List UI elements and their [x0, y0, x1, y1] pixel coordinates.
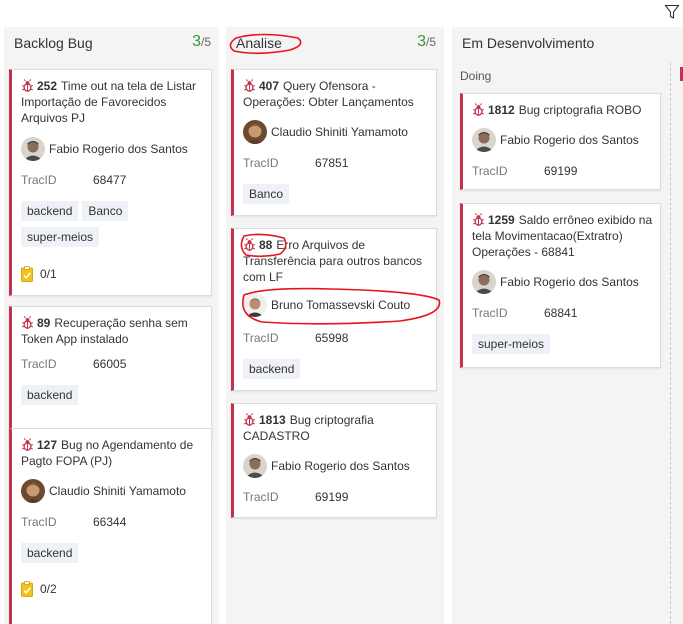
field-value: 67851 — [315, 156, 349, 170]
tag[interactable]: backend — [21, 543, 79, 563]
tag-list: backend — [21, 543, 207, 569]
tag-list: backend — [21, 385, 207, 411]
card-id: 407 — [259, 79, 280, 93]
tag[interactable]: Banco — [243, 184, 290, 204]
avatar — [243, 454, 267, 478]
checklist-icon — [21, 581, 33, 597]
field-value: 69199 — [315, 490, 349, 504]
assignee-name: Fabio Rogerio dos Santos — [49, 142, 188, 156]
work-item-card[interactable]: 407 Query Ofensora - Operações: Obter Lan… — [231, 69, 437, 216]
swimlane-divider — [670, 63, 671, 624]
work-item-card[interactable]: 1812 Bug criptografia ROBO Fabio Rogerio … — [460, 93, 661, 190]
assignee-name: Claudio Shiniti Yamamoto — [49, 484, 186, 498]
column-title: Backlog Bug — [14, 35, 93, 51]
tag[interactable]: backend — [21, 201, 79, 221]
field-value: 69199 — [544, 164, 578, 178]
field-value: 66005 — [93, 357, 127, 371]
card-title[interactable]: 407 Query Ofensora - Operações: Obter Lan… — [243, 78, 429, 110]
card-title[interactable]: 1259 Saldo errôneo exibido na tela Movime… — [472, 212, 656, 260]
tag[interactable]: backend — [21, 385, 79, 405]
field-label: TracID — [243, 490, 279, 504]
column-header[interactable]: Analise 3/5 — [226, 27, 444, 61]
bug-icon — [243, 413, 256, 426]
avatar — [21, 137, 45, 161]
bug-icon — [243, 79, 256, 92]
field-label: TracID — [472, 306, 508, 320]
field-value: 65998 — [315, 331, 349, 345]
field-label: TracID — [243, 156, 279, 170]
bug-icon — [472, 213, 485, 226]
card-title[interactable]: 89 Recuperação senha sem Token App instal… — [21, 315, 207, 347]
card-title[interactable]: 252 Time out na tela de Listar Importação… — [21, 78, 207, 126]
field-value: 68477 — [93, 173, 127, 187]
tag-list: backend — [243, 359, 429, 385]
swimlane-doing-label: Doing — [460, 69, 492, 83]
column-header[interactable]: Em Desenvolvimento — [452, 27, 683, 61]
checklist-count: 0/2 — [40, 582, 57, 596]
tag[interactable]: backend — [243, 359, 301, 379]
field-label: TracID — [243, 331, 279, 345]
avatar — [243, 120, 267, 144]
field-label: TracID — [21, 173, 57, 187]
field-label: TracID — [472, 164, 508, 178]
avatar — [472, 270, 496, 294]
tag-list: backend Banco super-meios — [21, 201, 207, 253]
tag[interactable]: super-meios — [21, 227, 100, 247]
card-title[interactable]: 127 Bug no Agendamento de Pagto FOPA (PJ) — [21, 437, 207, 469]
card-id: 1259 — [488, 213, 515, 227]
column-em-desenvolvimento: Em Desenvolvimento Doing 1812 Bug criptog… — [452, 27, 683, 624]
work-item-card[interactable]: 127 Bug no Agendamento de Pagto FOPA (PJ)… — [9, 428, 212, 624]
work-item-card[interactable]: 1259 Saldo errôneo exibido na tela Movime… — [460, 203, 661, 368]
card-id: 1812 — [488, 103, 515, 117]
work-item-card[interactable]: 89 Recuperação senha sem Token App instal… — [9, 306, 212, 440]
assignee-name: Fabio Rogerio dos Santos — [271, 459, 410, 473]
avatar — [243, 293, 267, 317]
work-item-card[interactable]: 88 Erro Arquivos de Transferência para ou… — [231, 228, 437, 391]
tag[interactable]: super-meios — [472, 334, 551, 354]
wip-count: 3/5 — [192, 33, 211, 50]
card-id: 252 — [37, 79, 58, 93]
card-title[interactable]: 88 Erro Arquivos de Transferência para ou… — [243, 237, 429, 285]
field-label: TracID — [21, 357, 57, 371]
card-title[interactable]: 1813 Bug criptografia CADASTRO — [243, 412, 429, 444]
assignee-name: Claudio Shiniti Yamamoto — [271, 125, 408, 139]
column-backlog-bug: Backlog Bug 3/5 252 Time out na tela de L… — [4, 27, 219, 624]
tag[interactable]: Banco — [82, 201, 129, 221]
card-id: 1813 — [259, 413, 286, 427]
bug-icon — [21, 438, 34, 451]
bug-icon — [243, 238, 256, 251]
field-label: TracID — [21, 515, 57, 529]
card-id: 89 — [37, 316, 51, 330]
column-title: Analise — [236, 35, 282, 51]
tag-list: Banco — [243, 184, 429, 210]
column-header[interactable]: Backlog Bug 3/5 — [4, 27, 219, 61]
bug-icon — [21, 79, 34, 92]
tag-list: super-meios — [472, 334, 656, 360]
bug-icon — [472, 103, 485, 116]
assignee-name: Bruno Tomassevski Couto — [271, 298, 411, 312]
column-title: Em Desenvolvimento — [462, 35, 595, 51]
assignee-name: Fabio Rogerio dos Santos — [500, 133, 639, 147]
card-title[interactable]: 1812 Bug criptografia ROBO — [472, 102, 656, 118]
card-id: 88 — [259, 238, 273, 252]
checklist-count: 0/1 — [40, 267, 57, 281]
wip-count: 3/5 — [417, 33, 436, 50]
card-title-text: Bug criptografia ROBO — [518, 103, 642, 117]
bug-icon — [21, 316, 34, 329]
avatar — [21, 479, 45, 503]
column-analise: Analise 3/5 407 Query Ofensora - Operaçõe… — [226, 27, 444, 624]
work-item-card[interactable]: 252 Time out na tela de Listar Importação… — [9, 69, 212, 296]
avatar — [472, 128, 496, 152]
checklist-icon — [21, 266, 33, 282]
field-value: 66344 — [93, 515, 127, 529]
assignee-name: Fabio Rogerio dos Santos — [500, 275, 639, 289]
field-value: 68841 — [544, 306, 578, 320]
card-id: 127 — [37, 438, 58, 452]
work-item-card[interactable]: 1813 Bug criptografia CADASTRO Fabio Roge… — [231, 403, 437, 518]
filter-icon[interactable] — [664, 4, 680, 20]
